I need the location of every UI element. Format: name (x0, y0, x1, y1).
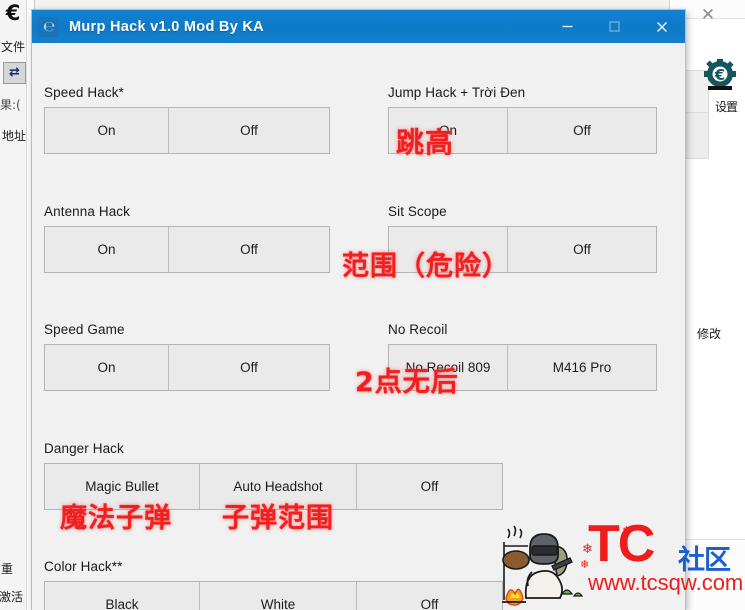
group-label-color-hack: Color Hack** (44, 559, 123, 574)
app-icon: ℮ (39, 16, 59, 37)
window-controls (544, 10, 685, 43)
background-left-strip (0, 0, 27, 610)
button-row-sit-scope: Off (388, 226, 657, 273)
group-label-speed-game: Speed Game (44, 322, 125, 337)
auto-headshot-button[interactable]: Auto Headshot (200, 464, 357, 509)
group-label-jump-hack: Jump Hack + Trời Đen (388, 85, 526, 100)
button-row-no-recoil: No Recoil 809 M416 Pro (388, 344, 657, 391)
menu-file-label[interactable]: 文件 (1, 38, 25, 55)
color-hack-black-button[interactable]: Black (45, 582, 200, 610)
button-row-danger-hack: Magic Bullet Auto Headshot Off (44, 463, 503, 510)
group-sit-scope: Sit Scope Off 范围（危险） (342, 204, 657, 282)
group-color-hack: Color Hack** Black White Off 黑人 白人 (44, 559, 503, 610)
group-no-recoil: No Recoil No Recoil 809 M416 Pro 2点无后 (355, 322, 657, 398)
window-client-area: Speed Hack* On Off Jump Hack + Trời Đen … (32, 43, 685, 610)
magic-bullet-button[interactable]: Magic Bullet (45, 464, 200, 509)
color-hack-white-button[interactable]: White (200, 582, 357, 610)
background-close-icon[interactable]: ✕ (699, 6, 717, 24)
maximize-button[interactable] (591, 10, 638, 43)
window-title: Murp Hack v1.0 Mod By KA (69, 18, 264, 35)
title-bar[interactable]: ℮ Murp Hack v1.0 Mod By KA (32, 10, 685, 43)
modify-label: 修改 (696, 327, 721, 341)
screen-root: € 文件 ⇄ 果:( 地址 重 激活 ✕ € 设置 修改 ℮ Murp Hack… (0, 0, 745, 610)
group-label-speed-hack: Speed Hack* (44, 85, 124, 100)
button-row-antenna-hack: On Off (44, 226, 330, 273)
activate-label: 激活 (0, 590, 24, 604)
group-label-sit-scope: Sit Scope (388, 204, 447, 219)
hack-tool-window: ℮ Murp Hack v1.0 Mod By KA Speed Hack* O… (32, 10, 685, 610)
close-button[interactable] (638, 10, 685, 43)
group-label-no-recoil: No Recoil (388, 322, 448, 337)
speed-game-off-button[interactable]: Off (169, 345, 329, 390)
speed-game-on-button[interactable]: On (45, 345, 169, 390)
m416-pro-button[interactable]: M416 Pro (508, 345, 656, 390)
group-speed-hack: Speed Hack* On Off (44, 85, 330, 154)
group-speed-game: Speed Game On Off (44, 322, 330, 391)
danger-hack-off-button[interactable]: Off (357, 464, 502, 509)
antenna-hack-on-button[interactable]: On (45, 227, 169, 272)
button-row-color-hack: Black White Off (44, 581, 503, 610)
jump-hack-on-button[interactable]: On (389, 108, 508, 153)
background-app-icon[interactable]: ⇄ (3, 62, 26, 84)
no-recoil-809-button[interactable]: No Recoil 809 (389, 345, 508, 390)
group-jump-hack: Jump Hack + Trời Đen On Off 跳高 (388, 85, 657, 159)
misc-label: 重 (1, 562, 14, 576)
euro-icon: € (5, 1, 21, 25)
jump-hack-off-button[interactable]: Off (508, 108, 656, 153)
settings-gear-icon[interactable]: € (701, 57, 739, 95)
button-row-jump-hack: On Off (388, 107, 657, 154)
speed-hack-on-button[interactable]: On (45, 108, 169, 153)
results-label: 果:( (0, 98, 21, 112)
speed-hack-off-button[interactable]: Off (169, 108, 329, 153)
address-label: 地址 (2, 129, 27, 143)
group-danger-hack: Danger Hack Magic Bullet Auto Headshot O… (44, 441, 503, 534)
group-label-danger-hack: Danger Hack (44, 441, 124, 456)
svg-text:€: € (714, 66, 725, 84)
minimize-button[interactable] (544, 10, 591, 43)
sit-scope-on-button[interactable] (389, 227, 508, 272)
background-window-left[interactable]: € 文件 ⇄ 果:( 地址 重 激活 (0, 0, 35, 610)
button-row-speed-game: On Off (44, 344, 330, 391)
settings-label: 设置 (714, 100, 738, 114)
group-label-antenna-hack: Antenna Hack (44, 204, 131, 219)
button-row-speed-hack: On Off (44, 107, 330, 154)
group-antenna-hack: Antenna Hack On Off (44, 204, 330, 273)
sit-scope-off-button[interactable]: Off (508, 227, 656, 272)
antenna-hack-off-button[interactable]: Off (169, 227, 329, 272)
color-hack-off-button[interactable]: Off (357, 582, 502, 610)
